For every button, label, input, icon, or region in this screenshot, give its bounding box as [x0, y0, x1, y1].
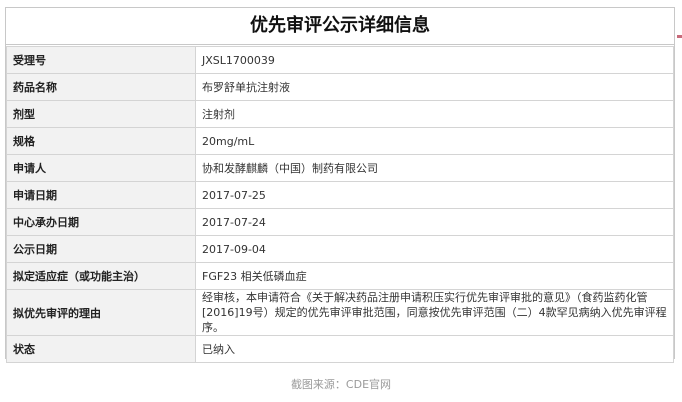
row-label-indication: 拟定适应症（或功能主治） [6, 262, 196, 290]
table-row: 申请日期 2017-07-25 [6, 181, 674, 209]
row-label-acceptance-number: 受理号 [6, 46, 196, 74]
edge-mark [677, 35, 682, 38]
row-value-publicity-date: 2017-09-04 [195, 235, 674, 263]
row-label-center-date: 中心承办日期 [6, 208, 196, 236]
row-value-status: 已纳入 [195, 335, 674, 363]
table-row: 公示日期 2017-09-04 [6, 235, 674, 263]
row-label-status: 状态 [6, 335, 196, 363]
row-label-specification: 规格 [6, 127, 196, 155]
table-row: 申请人 协和发酵麒麟（中国）制药有限公司 [6, 154, 674, 182]
row-label-dosage-form: 剂型 [6, 100, 196, 128]
table-row: 剂型 注射剂 [6, 100, 674, 128]
row-label-priority-reason: 拟优先审评的理由 [6, 289, 196, 336]
detail-sheet: 优先审评公示详细信息 受理号 JXSL1700039 药品名称 布罗舒单抗注射液… [5, 7, 675, 363]
table-row: 状态 已纳入 [6, 335, 674, 363]
row-label-application-date: 申请日期 [6, 181, 196, 209]
row-value-acceptance-number: JXSL1700039 [195, 46, 674, 74]
row-value-specification: 20mg/mL [195, 127, 674, 155]
table-row: 规格 20mg/mL [6, 127, 674, 155]
row-label-applicant: 申请人 [6, 154, 196, 182]
row-value-dosage-form: 注射剂 [195, 100, 674, 128]
table-row: 受理号 JXSL1700039 [6, 46, 674, 74]
detail-table: 受理号 JXSL1700039 药品名称 布罗舒单抗注射液 剂型 注射剂 规格 … [6, 46, 674, 363]
table-row: 拟定适应症（或功能主治） FGF23 相关低磷血症 [6, 262, 674, 290]
page-title: 优先审评公示详细信息 [6, 8, 674, 45]
row-value-applicant: 协和发酵麒麟（中国）制药有限公司 [195, 154, 674, 182]
row-value-drug-name: 布罗舒单抗注射液 [195, 73, 674, 101]
row-value-center-date: 2017-07-24 [195, 208, 674, 236]
table-row: 拟优先审评的理由 经审核，本申请符合《关于解决药品注册申请积压实行优先审评审批的… [6, 289, 674, 336]
source-caption: 截图来源：CDE官网 [290, 378, 392, 391]
row-value-priority-reason: 经审核，本申请符合《关于解决药品注册申请积压实行优先审评审批的意见》（食药监药化… [195, 289, 674, 336]
table-row: 药品名称 布罗舒单抗注射液 [6, 73, 674, 101]
row-value-indication: FGF23 相关低磷血症 [195, 262, 674, 290]
row-label-drug-name: 药品名称 [6, 73, 196, 101]
table-row: 中心承办日期 2017-07-24 [6, 208, 674, 236]
row-label-publicity-date: 公示日期 [6, 235, 196, 263]
row-value-application-date: 2017-07-25 [195, 181, 674, 209]
